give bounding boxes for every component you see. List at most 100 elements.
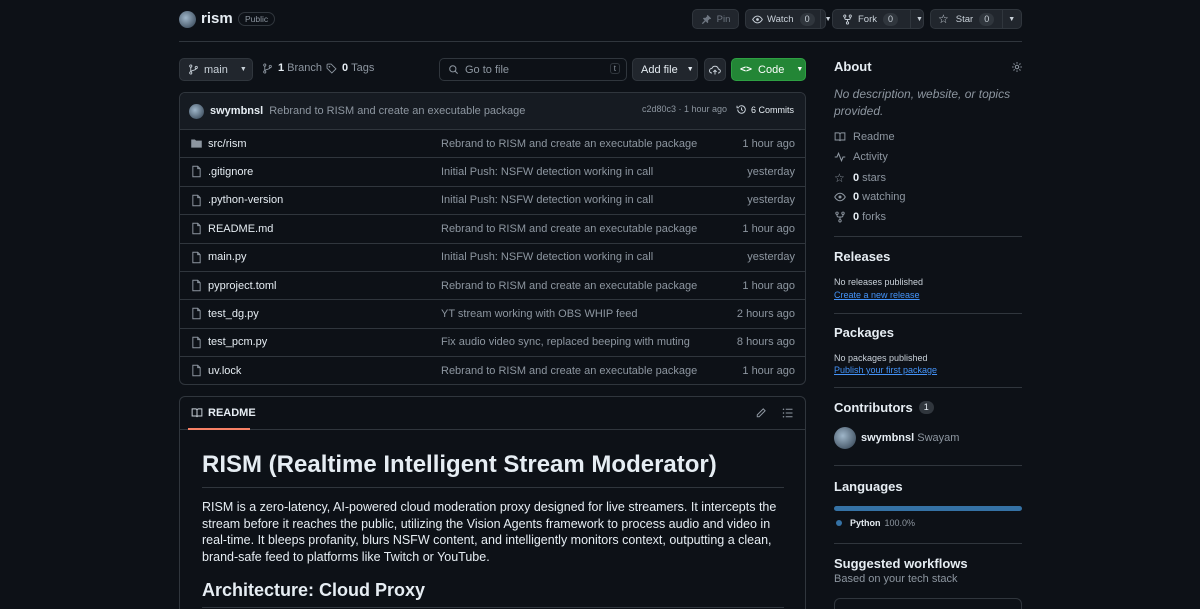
pencil-icon[interactable] [755,407,767,419]
file-name[interactable]: test_dg.py [208,308,259,320]
watch-button[interactable]: Watch 0 ▼ [745,9,832,29]
contributor-avatar[interactable] [834,427,856,449]
visibility-badge: Public [238,12,276,26]
file-name[interactable]: README.md [208,223,273,235]
watching-label: watching [862,191,906,203]
code-icon: <> [740,64,753,75]
commits-link[interactable]: 6 Commits [736,104,794,115]
commit-hash-time[interactable]: c2d80c3 · 1 hour ago [642,104,727,114]
file-commit-message[interactable]: Rebrand to RISM and create an executable… [441,223,697,235]
branch-selector[interactable]: main ▼ [179,58,253,81]
packages-heading[interactable]: Packages [834,325,894,340]
contributor-fullname: Swayam [917,432,960,444]
readme-tab[interactable]: README [208,407,256,419]
language-item-python[interactable]: Python 100.0% [836,518,915,528]
file-commit-message[interactable]: Rebrand to RISM and create an executable… [441,365,697,377]
readme-header: README [180,397,805,430]
sidebar-divider [834,465,1022,466]
publish-package-link[interactable]: Publish your first package [834,365,937,375]
language-name: Python [850,518,881,528]
file-name[interactable]: test_pcm.py [208,336,267,348]
file-name[interactable]: src/rism [208,138,247,150]
forks-link[interactable]: 0 forks [834,211,886,223]
codespaces-button[interactable] [704,58,726,81]
branches-link[interactable]: 1 Branch [262,62,322,74]
outline-list-icon[interactable] [782,407,794,419]
readme-heading-architecture: Architecture: Cloud Proxy [202,580,426,600]
cloud-upload-icon [709,64,721,76]
file-commit-message[interactable]: YT stream working with OBS WHIP feed [441,308,637,320]
watching-link[interactable]: 0 watching [834,191,906,203]
chevron-down-icon[interactable]: ▼ [916,16,923,23]
readme-link[interactable]: Readme [834,131,895,143]
code-button[interactable]: <> Code ▼ [731,58,806,81]
file-commit-time: 1 hour ago [742,279,795,292]
forks-count: 0 [853,211,860,223]
readme-h2-underline [202,607,784,608]
file-row[interactable]: test_pcm.py Fix audio video sync, replace… [180,329,805,358]
goto-file-input[interactable]: Go to file t [439,58,627,81]
commit-author[interactable]: swymbnsl [210,105,263,117]
sidebar-divider [834,387,1022,388]
folder-icon [190,137,203,150]
repo-name[interactable]: rism [201,10,233,27]
create-release-link[interactable]: Create a new release [834,290,920,300]
branch-icon [262,63,273,74]
file-name[interactable]: main.py [208,251,247,263]
pin-label: Pin [716,13,731,25]
file-commit-message[interactable]: Initial Push: NSFW detection working in … [441,251,653,263]
file-row[interactable]: .gitignore Initial Push: NSFW detection w… [180,158,805,187]
file-icon [190,279,203,292]
gear-icon[interactable] [1011,61,1023,73]
eye-icon [834,191,846,203]
star-button[interactable]: ☆ Star 0 ▼ [930,9,1022,29]
activity-link[interactable]: Activity [834,151,888,163]
star-count: 0 [979,12,995,26]
chevron-down-icon[interactable]: ▼ [1008,16,1015,23]
file-name[interactable]: .gitignore [208,166,253,178]
file-name[interactable]: pyproject.toml [208,280,276,292]
branches-label: Branch [287,62,322,74]
file-row[interactable]: main.py Initial Push: NSFW detection work… [180,244,805,272]
file-commit-time: 1 hour ago [742,222,795,235]
repo-avatar[interactable] [179,11,196,28]
add-file-button[interactable]: Add file ▼ [632,58,698,81]
tags-link[interactable]: 0 Tags [326,62,374,74]
file-commit-message[interactable]: Rebrand to RISM and create an executable… [441,138,697,150]
file-commit-message[interactable]: Initial Push: NSFW detection working in … [441,166,653,178]
contributors-heading[interactable]: Contributors [834,400,913,415]
file-commit-message[interactable]: Rebrand to RISM and create an executable… [441,280,697,292]
file-commit-message[interactable]: Initial Push: NSFW detection working in … [441,194,653,206]
file-row[interactable]: src/rism Rebrand to RISM and create an ex… [180,130,805,159]
file-row[interactable]: test_dg.py YT stream working with OBS WHI… [180,300,805,329]
file-name[interactable]: .python-version [208,194,283,206]
file-row[interactable]: .python-version Initial Push: NSFW detect… [180,187,805,216]
releases-heading[interactable]: Releases [834,249,890,264]
star-icon: ☆ [834,171,845,185]
commit-message[interactable]: Rebrand to RISM and create an executable… [269,105,525,117]
file-icon [190,364,203,377]
readme-title-underline [202,487,784,488]
file-name[interactable]: uv.lock [208,365,241,377]
chevron-down-icon[interactable]: ▼ [825,16,832,23]
contributor-entry[interactable]: swymbnsl Swayam [861,432,959,444]
commit-author-avatar[interactable] [189,103,204,119]
sidebar-divider [834,236,1022,237]
file-row[interactable]: pyproject.toml Rebrand to RISM and create… [180,272,805,301]
history-icon [736,104,747,115]
file-icon [190,336,203,349]
file-commit-time: 1 hour ago [742,365,795,378]
tags-count: 0 [342,62,349,74]
fork-button[interactable]: Fork 0 ▼ [832,9,924,29]
latest-commit-bar: swymbnsl Rebrand to RISM and create an e… [180,93,805,130]
language-percent: 100.0% [884,518,916,528]
pin-button[interactable]: Pin [692,9,739,29]
file-row[interactable]: README.md Rebrand to RISM and create an e… [180,215,805,244]
workflow-card[interactable] [834,598,1022,609]
file-commit-message[interactable]: Fix audio video sync, replaced beeping w… [441,336,690,348]
suggested-workflows-subtitle: Based on your tech stack [834,573,958,585]
file-icon [190,165,203,178]
fork-count: 0 [883,12,899,26]
stars-link[interactable]: ☆ 0 stars [834,171,886,185]
file-row[interactable]: uv.lock Rebrand to RISM and create an exe… [180,357,805,384]
